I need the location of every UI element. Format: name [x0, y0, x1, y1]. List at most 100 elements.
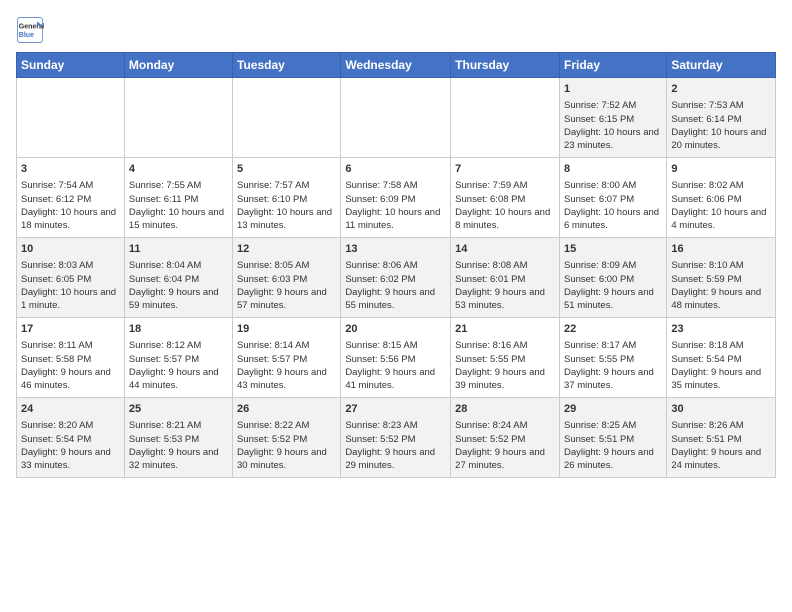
cell-info: Sunset: 5:58 PM — [21, 353, 120, 366]
cell-info: Sunrise: 8:24 AM — [455, 419, 555, 432]
calendar-cell — [341, 78, 451, 158]
cell-info: Sunset: 6:03 PM — [237, 273, 336, 286]
cell-info: Sunset: 5:56 PM — [345, 353, 446, 366]
cell-info: Sunset: 5:52 PM — [345, 433, 446, 446]
cell-info: Daylight: 9 hours and 39 minutes. — [455, 366, 555, 393]
calendar-cell — [451, 78, 560, 158]
cell-info: Daylight: 10 hours and 20 minutes. — [671, 126, 771, 153]
day-number: 14 — [455, 242, 555, 257]
calendar-cell: 6Sunrise: 7:58 AMSunset: 6:09 PMDaylight… — [341, 158, 451, 238]
cell-info: Daylight: 10 hours and 15 minutes. — [129, 206, 228, 233]
day-number: 6 — [345, 162, 446, 177]
day-header-monday: Monday — [124, 53, 232, 78]
day-number: 16 — [671, 242, 771, 257]
cell-info: Sunset: 6:00 PM — [564, 273, 662, 286]
calendar-cell: 15Sunrise: 8:09 AMSunset: 6:00 PMDayligh… — [559, 238, 666, 318]
cell-info: Sunset: 6:08 PM — [455, 193, 555, 206]
day-header-tuesday: Tuesday — [233, 53, 341, 78]
cell-info: Sunset: 5:54 PM — [21, 433, 120, 446]
cell-info: Sunrise: 7:54 AM — [21, 179, 120, 192]
calendar-cell: 26Sunrise: 8:22 AMSunset: 5:52 PMDayligh… — [233, 398, 341, 478]
cell-info: Sunrise: 8:23 AM — [345, 419, 446, 432]
day-number: 8 — [564, 162, 662, 177]
day-number: 29 — [564, 402, 662, 417]
cell-info: Sunrise: 7:55 AM — [129, 179, 228, 192]
cell-info: Daylight: 9 hours and 48 minutes. — [671, 286, 771, 313]
cell-info: Sunset: 6:10 PM — [237, 193, 336, 206]
cell-info: Daylight: 9 hours and 51 minutes. — [564, 286, 662, 313]
calendar-cell: 30Sunrise: 8:26 AMSunset: 5:51 PMDayligh… — [667, 398, 776, 478]
calendar-cell — [17, 78, 125, 158]
cell-info: Sunrise: 8:22 AM — [237, 419, 336, 432]
calendar-cell: 3Sunrise: 7:54 AMSunset: 6:12 PMDaylight… — [17, 158, 125, 238]
cell-info: Sunset: 5:53 PM — [129, 433, 228, 446]
cell-info: Daylight: 9 hours and 32 minutes. — [129, 446, 228, 473]
cell-info: Sunset: 6:09 PM — [345, 193, 446, 206]
cell-info: Daylight: 10 hours and 1 minute. — [21, 286, 120, 313]
day-number: 24 — [21, 402, 120, 417]
cell-info: Sunrise: 8:14 AM — [237, 339, 336, 352]
day-number: 11 — [129, 242, 228, 257]
cell-info: Daylight: 10 hours and 11 minutes. — [345, 206, 446, 233]
day-number: 7 — [455, 162, 555, 177]
cell-info: Sunrise: 7:57 AM — [237, 179, 336, 192]
cell-info: Daylight: 10 hours and 4 minutes. — [671, 206, 771, 233]
calendar-cell — [233, 78, 341, 158]
calendar-cell: 2Sunrise: 7:53 AMSunset: 6:14 PMDaylight… — [667, 78, 776, 158]
cell-info: Daylight: 9 hours and 24 minutes. — [671, 446, 771, 473]
calendar-cell: 21Sunrise: 8:16 AMSunset: 5:55 PMDayligh… — [451, 318, 560, 398]
cell-info: Daylight: 9 hours and 43 minutes. — [237, 366, 336, 393]
calendar-cell: 27Sunrise: 8:23 AMSunset: 5:52 PMDayligh… — [341, 398, 451, 478]
cell-info: Daylight: 9 hours and 33 minutes. — [21, 446, 120, 473]
cell-info: Sunrise: 7:52 AM — [564, 99, 662, 112]
day-number: 12 — [237, 242, 336, 257]
calendar-cell: 28Sunrise: 8:24 AMSunset: 5:52 PMDayligh… — [451, 398, 560, 478]
cell-info: Daylight: 9 hours and 29 minutes. — [345, 446, 446, 473]
day-header-friday: Friday — [559, 53, 666, 78]
cell-info: Daylight: 10 hours and 18 minutes. — [21, 206, 120, 233]
calendar-cell — [124, 78, 232, 158]
cell-info: Sunrise: 8:08 AM — [455, 259, 555, 272]
calendar-cell: 22Sunrise: 8:17 AMSunset: 5:55 PMDayligh… — [559, 318, 666, 398]
day-number: 23 — [671, 322, 771, 337]
calendar-cell: 19Sunrise: 8:14 AMSunset: 5:57 PMDayligh… — [233, 318, 341, 398]
calendar-cell: 10Sunrise: 8:03 AMSunset: 6:05 PMDayligh… — [17, 238, 125, 318]
cell-info: Sunset: 6:14 PM — [671, 113, 771, 126]
cell-info: Daylight: 9 hours and 57 minutes. — [237, 286, 336, 313]
day-number: 3 — [21, 162, 120, 177]
day-number: 25 — [129, 402, 228, 417]
cell-info: Sunset: 5:55 PM — [455, 353, 555, 366]
cell-info: Sunset: 6:02 PM — [345, 273, 446, 286]
calendar-cell: 25Sunrise: 8:21 AMSunset: 5:53 PMDayligh… — [124, 398, 232, 478]
calendar-cell: 24 Sunrise: 8:20 AMSunset: 5:54 PMDayligh… — [17, 398, 125, 478]
cell-info: Daylight: 9 hours and 53 minutes. — [455, 286, 555, 313]
cell-info: Daylight: 10 hours and 8 minutes. — [455, 206, 555, 233]
cell-info: Sunrise: 8:20 AM — [21, 419, 120, 432]
day-number: 20 — [345, 322, 446, 337]
cell-info: Daylight: 9 hours and 30 minutes. — [237, 446, 336, 473]
cell-info: Sunrise: 8:06 AM — [345, 259, 446, 272]
day-number: 28 — [455, 402, 555, 417]
cell-info: Sunset: 6:01 PM — [455, 273, 555, 286]
calendar-cell: 17Sunrise: 8:11 AMSunset: 5:58 PMDayligh… — [17, 318, 125, 398]
day-number: 19 — [237, 322, 336, 337]
cell-info: Sunset: 6:07 PM — [564, 193, 662, 206]
cell-info: Sunrise: 8:25 AM — [564, 419, 662, 432]
cell-info: Sunset: 5:51 PM — [671, 433, 771, 446]
calendar-cell: 29Sunrise: 8:25 AMSunset: 5:51 PMDayligh… — [559, 398, 666, 478]
cell-info: Daylight: 9 hours and 46 minutes. — [21, 366, 120, 393]
day-header-sunday: Sunday — [17, 53, 125, 78]
cell-info: Sunset: 6:05 PM — [21, 273, 120, 286]
cell-info: Sunset: 6:06 PM — [671, 193, 771, 206]
cell-info: Daylight: 9 hours and 26 minutes. — [564, 446, 662, 473]
calendar-cell: 1Sunrise: 7:52 AMSunset: 6:15 PMDaylight… — [559, 78, 666, 158]
day-number: 26 — [237, 402, 336, 417]
cell-info: Daylight: 9 hours and 44 minutes. — [129, 366, 228, 393]
day-header-saturday: Saturday — [667, 53, 776, 78]
calendar-cell: 20Sunrise: 8:15 AMSunset: 5:56 PMDayligh… — [341, 318, 451, 398]
cell-info: Daylight: 10 hours and 23 minutes. — [564, 126, 662, 153]
svg-text:Blue: Blue — [19, 32, 34, 39]
calendar-cell: 14 Sunrise: 8:08 AMSunset: 6:01 PMDayligh… — [451, 238, 560, 318]
calendar-cell: 8Sunrise: 8:00 AMSunset: 6:07 PMDaylight… — [559, 158, 666, 238]
calendar-cell: 9Sunrise: 8:02 AMSunset: 6:06 PMDaylight… — [667, 158, 776, 238]
